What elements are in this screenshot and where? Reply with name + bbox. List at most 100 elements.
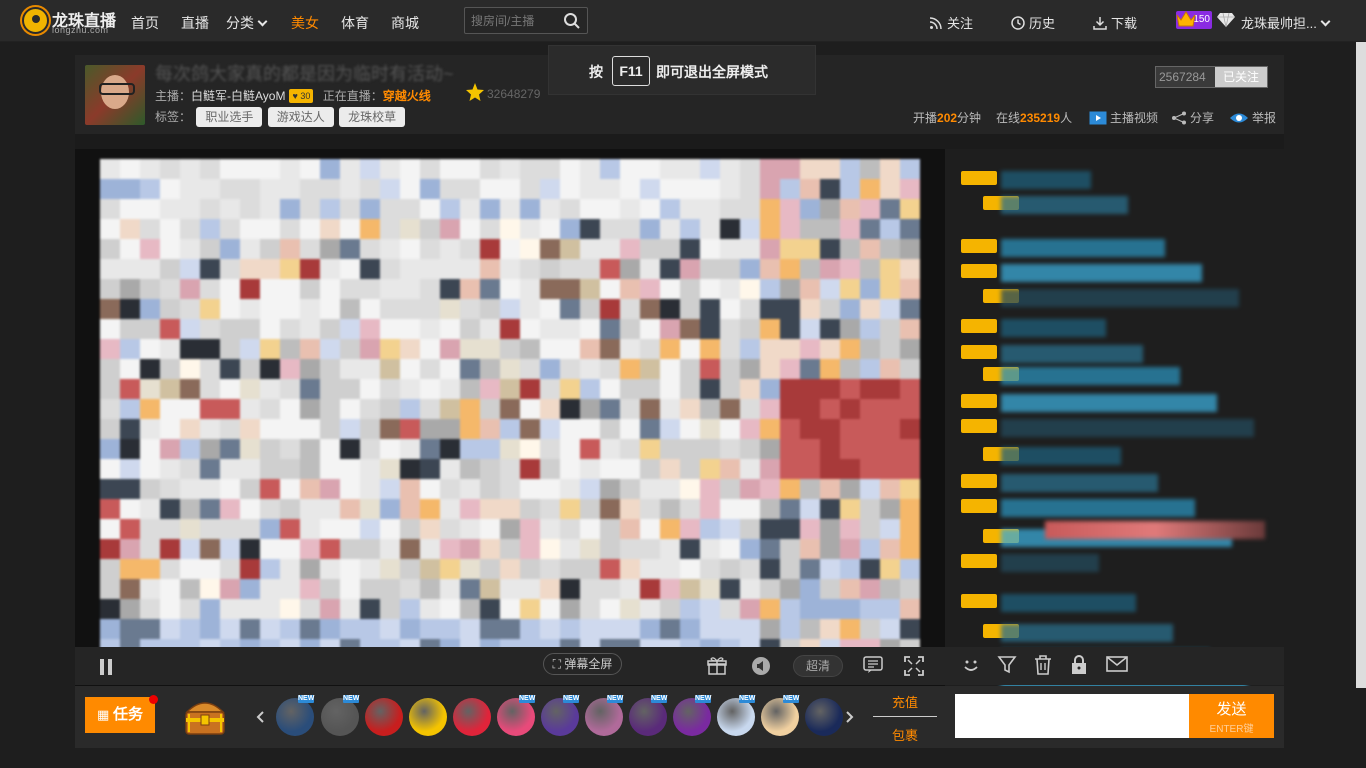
task-button[interactable]: ▦ 任务 <box>85 697 155 733</box>
user-level-badge <box>961 345 997 359</box>
search-input[interactable] <box>471 12 559 30</box>
fullscreen-icon[interactable] <box>904 656 924 676</box>
toast-message: 即可退出全屏模式 <box>656 64 768 80</box>
nav-category[interactable]: 分类 <box>226 13 268 33</box>
host-avatar[interactable] <box>85 65 145 125</box>
report-label: 举报 <box>1252 111 1277 125</box>
gift-item[interactable] <box>497 698 535 736</box>
send-label: 发送 <box>1216 701 1247 718</box>
gift-item[interactable] <box>761 698 799 736</box>
chevron-left-icon[interactable] <box>255 710 265 724</box>
gift-item[interactable] <box>717 698 755 736</box>
grid-icon: ▦ <box>97 707 113 722</box>
chat-message-text <box>1001 319 1106 337</box>
bag-link[interactable]: 包裹 <box>873 725 937 744</box>
eye-icon <box>1230 113 1248 123</box>
toast-key: F11 <box>612 56 650 86</box>
chat-message <box>957 264 1277 282</box>
chat-input[interactable] <box>955 694 1189 738</box>
chat-message <box>957 499 1277 517</box>
tag-list: 标签： 职业选手 游戏达人 龙珠校草 <box>155 107 406 127</box>
gift-item[interactable] <box>453 698 491 736</box>
chevron-right-icon[interactable] <box>845 710 855 724</box>
search-icon[interactable] <box>563 12 581 30</box>
user-level-badge <box>961 474 997 488</box>
report-button[interactable]: 举报 <box>1229 109 1276 126</box>
pause-icon[interactable] <box>98 658 114 676</box>
nav-mall[interactable]: 商城 <box>391 13 419 33</box>
share-label: 分享 <box>1190 111 1215 125</box>
danmu-icon[interactable] <box>863 656 883 674</box>
tags-label: 标签： <box>155 110 192 124</box>
nav-download[interactable]: 下载 <box>1093 13 1137 32</box>
gift-item[interactable] <box>321 698 359 736</box>
lock-icon[interactable] <box>1071 655 1087 675</box>
chat-message-text <box>1001 594 1136 612</box>
chat-message <box>957 367 1277 385</box>
live-duration-value: 202 <box>937 111 958 125</box>
live-room: 每次鸽大家真的都是因为临时有活动~ 主播：白鲢军-白鲢AyoM ♥ 30 正在直播… <box>75 55 1284 748</box>
user-menu[interactable]: 龙珠最帅担... <box>1241 13 1331 32</box>
nav-history[interactable]: 历史 <box>1011 13 1055 32</box>
site-logo[interactable]: 龙珠直播 longzhu.com <box>22 6 122 36</box>
user-level-badge <box>961 419 997 433</box>
toast-prefix: 按 <box>589 64 603 80</box>
live-duration-prefix: 开播 <box>913 111 938 125</box>
chat-message-text <box>1001 171 1091 189</box>
nav-follow[interactable]: 关注 <box>929 13 973 32</box>
follow-box: 2567284 已关注 <box>1155 66 1268 88</box>
quality-selector[interactable]: 超清 <box>793 655 843 677</box>
fullscreen-toast: 按 F11 即可退出全屏模式 <box>548 45 816 95</box>
page-scrollbar[interactable] <box>1356 42 1366 688</box>
share-icon <box>1172 111 1186 125</box>
chat-message-text <box>1001 239 1165 257</box>
gift-item[interactable] <box>365 698 403 736</box>
nav-follow-label: 关注 <box>947 16 974 31</box>
nav-home[interactable]: 首页 <box>131 13 159 33</box>
chat-panel[interactable] <box>945 149 1284 701</box>
user-level-badge <box>961 264 997 278</box>
host-level-badge: ♥ 30 <box>289 89 314 103</box>
tag-item[interactable]: 职业选手 <box>196 107 263 127</box>
treasure-chest-icon[interactable] <box>181 698 229 736</box>
nav-sports[interactable]: 体育 <box>341 13 369 33</box>
trash-icon[interactable] <box>1034 655 1052 675</box>
nav-beauty[interactable]: 美女 <box>291 13 319 33</box>
task-label: 任务 <box>112 706 143 723</box>
chat-highlight <box>1045 521 1265 539</box>
nav-live[interactable]: 直播 <box>181 13 209 33</box>
volume-icon[interactable] <box>751 656 771 676</box>
danmu-fullscreen-button[interactable]: ⛶ 弹幕全屏 <box>543 653 622 675</box>
gift-item[interactable] <box>541 698 579 736</box>
gift-item[interactable] <box>629 698 667 736</box>
gift-item[interactable] <box>276 698 314 736</box>
tag-item[interactable]: 游戏达人 <box>267 107 334 127</box>
logo-subtext: longzhu.com <box>52 25 109 35</box>
search-box <box>464 7 588 34</box>
send-hint: ENTER键 <box>1209 724 1254 735</box>
host-name[interactable]: 白鲢军-白鲢AyoM <box>191 89 285 103</box>
send-button[interactable]: 发送 ENTER键 <box>1189 694 1274 738</box>
clock-icon <box>1011 16 1025 30</box>
recharge-link[interactable]: 充值 <box>873 692 937 711</box>
new-badge: NEW <box>739 695 756 703</box>
nav-category-label: 分类 <box>226 15 254 31</box>
game-link[interactable]: 穿越火线 <box>383 89 431 103</box>
gift-icon[interactable] <box>707 656 731 676</box>
follow-button[interactable]: 已关注 <box>1215 67 1267 87</box>
chat-message-text <box>1001 367 1180 385</box>
gift-item[interactable] <box>673 698 711 736</box>
mail-icon[interactable] <box>1106 656 1128 672</box>
chat-message-text <box>1001 394 1217 412</box>
gift-item[interactable] <box>805 698 843 736</box>
chat-message-text <box>1001 447 1121 465</box>
gift-item[interactable] <box>409 698 447 736</box>
tag-item[interactable]: 龙珠校草 <box>339 107 406 127</box>
gift-item[interactable] <box>585 698 623 736</box>
filter-icon[interactable] <box>997 655 1017 675</box>
share-button[interactable]: 分享 <box>1171 109 1214 126</box>
host-video-label: 主播视频 <box>1110 111 1159 125</box>
video-player[interactable] <box>75 149 945 701</box>
host-video-link[interactable]: 主播视频 <box>1089 109 1158 126</box>
emoji-icon[interactable] <box>961 655 981 675</box>
